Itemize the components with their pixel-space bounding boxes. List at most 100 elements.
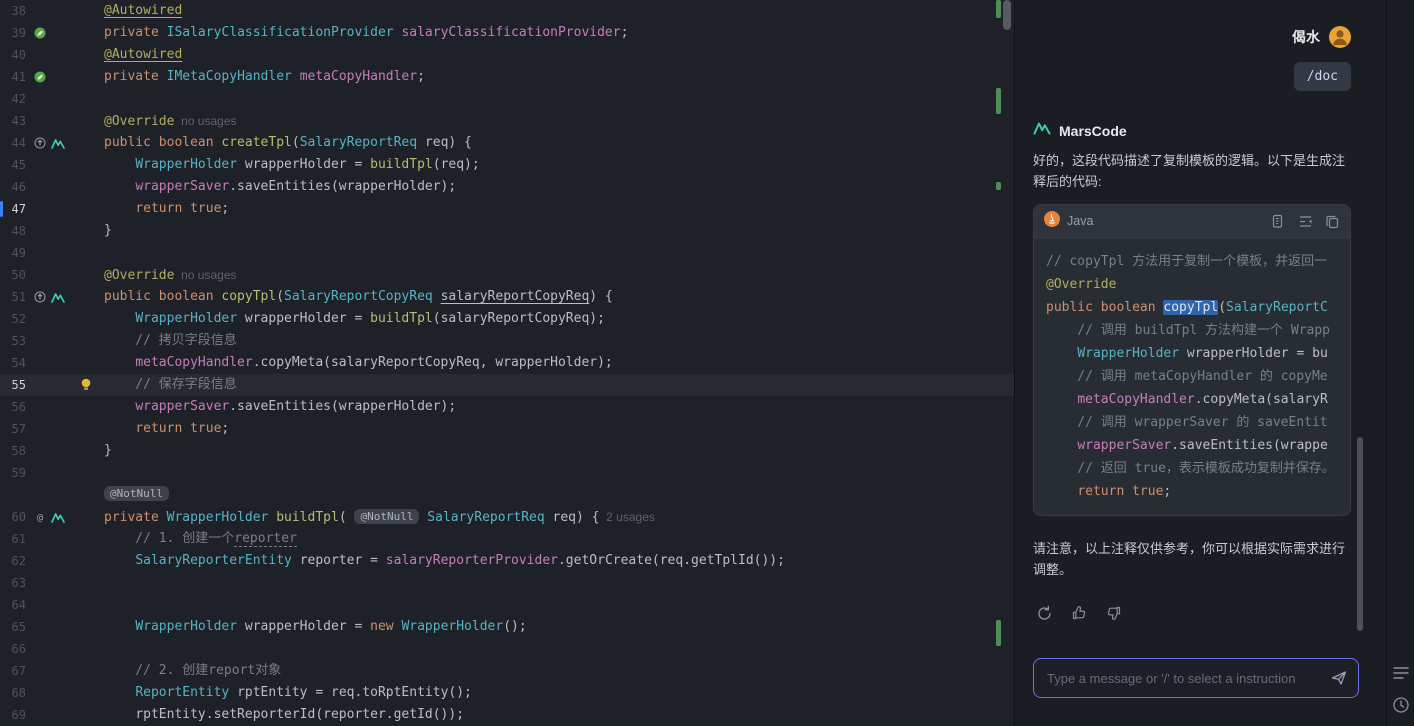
spring-bean-icon[interactable] (34, 27, 46, 39)
line-number[interactable]: 69 (0, 704, 26, 726)
line-number[interactable]: 49 (0, 242, 26, 264)
editor-line[interactable]: 63 (0, 572, 1014, 594)
editor-line[interactable]: 68 ReportEntity rptEntity = req.toRptEnt… (0, 682, 1014, 704)
line-number[interactable]: 68 (0, 682, 26, 704)
line-number[interactable]: 66 (0, 638, 26, 660)
editor-line[interactable]: 66 (0, 638, 1014, 660)
editor-line[interactable]: 53 // 拷贝字段信息 (0, 330, 1014, 352)
editor-line[interactable]: 45 WrapperHolder wrapperHolder = buildTp… (0, 154, 1014, 176)
line-number[interactable]: 51 (0, 286, 26, 308)
editor-line[interactable]: 69 rptEntity.setReporterId(reporter.getI… (0, 704, 1014, 726)
line-number[interactable]: 44 (0, 132, 26, 154)
line-number[interactable]: 55 (0, 374, 26, 396)
editor-line[interactable]: 61 // 1. 创建一个reporter (0, 528, 1014, 550)
code-block-body: // copyTpl 方法用于复制一个模板，并返回一@Overridepubli… (1034, 238, 1350, 515)
menu-icon[interactable] (1393, 666, 1409, 680)
line-number[interactable]: 57 (0, 418, 26, 440)
panel-scrollbar[interactable] (1357, 437, 1363, 631)
line-number[interactable]: 52 (0, 308, 26, 330)
file-copy-icon[interactable] (1271, 214, 1286, 229)
insert-code-icon[interactable] (1298, 214, 1313, 229)
line-number[interactable]: 58 (0, 440, 26, 462)
line-number[interactable]: 64 (0, 594, 26, 616)
thumbs-down-icon[interactable] (1103, 602, 1125, 624)
launcher-icon[interactable] (1392, 696, 1410, 714)
assistant-code-line: // 调用 wrapperSaver 的 saveEntit (1046, 411, 1338, 434)
editor-scrollbar[interactable] (1003, 0, 1011, 30)
regenerate-icon[interactable] (1033, 602, 1055, 624)
marscode-logo-icon (1033, 121, 1051, 140)
editor-line[interactable]: 56 wrapperSaver.saveEntities(wrapperHold… (0, 396, 1014, 418)
code-text: metaCopyHandler.copyMeta(salaryReportCop… (104, 352, 1014, 374)
line-number[interactable]: 63 (0, 572, 26, 594)
chat-input[interactable] (1033, 658, 1359, 698)
spring-bean-icon[interactable] (34, 71, 46, 83)
line-number[interactable]: 56 (0, 396, 26, 418)
marscode-gutter-icon[interactable] (51, 512, 65, 523)
editor-line[interactable]: 41private IMetaCopyHandler metaCopyHandl… (0, 66, 1014, 88)
line-number[interactable]: 42 (0, 88, 26, 110)
line-number[interactable]: 50 (0, 264, 26, 286)
editor-line[interactable]: 46 wrapperSaver.saveEntities(wrapperHold… (0, 176, 1014, 198)
line-number[interactable] (0, 484, 26, 506)
editor-line[interactable]: 49 (0, 242, 1014, 264)
editor-line[interactable]: 40@Autowired (0, 44, 1014, 66)
send-icon[interactable] (1330, 669, 1348, 687)
editor-line[interactable]: 44public boolean createTpl(SalaryReportR… (0, 132, 1014, 154)
assistant-code-line: public boolean copyTpl(SalaryReportC (1046, 296, 1338, 319)
line-number[interactable]: 46 (0, 176, 26, 198)
line-number[interactable]: 54 (0, 352, 26, 374)
line-number[interactable]: 59 (0, 462, 26, 484)
editor-line[interactable]: 51public boolean copyTpl(SalaryReportCop… (0, 286, 1014, 308)
line-number[interactable]: 61 (0, 528, 26, 550)
code-text: @Override no usages (104, 264, 1014, 286)
line-number[interactable]: 38 (0, 0, 26, 22)
editor-line[interactable]: 64 (0, 594, 1014, 616)
line-number[interactable]: 39 (0, 22, 26, 44)
editor-line[interactable]: 43@Override no usages (0, 110, 1014, 132)
editor-line[interactable]: 57 return true; (0, 418, 1014, 440)
gutter-icons (26, 374, 104, 396)
thumbs-up-icon[interactable] (1068, 602, 1090, 624)
editor-line[interactable]: 59 (0, 462, 1014, 484)
line-number[interactable]: 65 (0, 616, 26, 638)
editor-line[interactable]: 62 SalaryReporterEntity reporter = salar… (0, 550, 1014, 572)
code-editor[interactable]: 38@Autowired39private ISalaryClassificat… (0, 0, 1014, 726)
editor-line[interactable]: 47 return true; (0, 198, 1014, 220)
editor-line[interactable]: 65 WrapperHolder wrapperHolder = new Wra… (0, 616, 1014, 638)
assistant-name: MarsCode (1059, 123, 1127, 139)
marscode-gutter-icon[interactable] (51, 292, 65, 303)
editor-line[interactable]: 54 metaCopyHandler.copyMeta(salaryReport… (0, 352, 1014, 374)
editor-line[interactable]: 38@Autowired (0, 0, 1014, 22)
marscode-gutter-icon[interactable] (51, 138, 65, 149)
line-number[interactable]: 67 (0, 660, 26, 682)
editor-line[interactable]: 60@private WrapperHolder buildTpl( @NotN… (0, 506, 1014, 528)
editor-line[interactable]: 39private ISalaryClassificationProvider … (0, 22, 1014, 44)
editor-line[interactable]: 55 // 保存字段信息 (0, 374, 1014, 396)
editor-line[interactable]: 50 @Override no usages (0, 264, 1014, 286)
copy-icon[interactable] (1325, 214, 1340, 229)
assistant-code-line: // copyTpl 方法用于复制一个模板，并返回一 (1046, 250, 1338, 273)
line-number[interactable]: 53 (0, 330, 26, 352)
line-number[interactable]: 41 (0, 66, 26, 88)
line-number[interactable]: 48 (0, 220, 26, 242)
line-number[interactable]: 62 (0, 550, 26, 572)
annotation-icon[interactable]: @ (34, 511, 46, 523)
editor-line[interactable]: @NotNull (0, 484, 1014, 506)
code-text: wrapperSaver.saveEntities(wrapperHolder)… (104, 176, 1014, 198)
editor-line[interactable]: 67 // 2. 创建report对象 (0, 660, 1014, 682)
line-number[interactable]: 60 (0, 506, 26, 528)
chat-input-container (1033, 658, 1359, 698)
line-number[interactable]: 47 (0, 198, 26, 220)
intention-bulb-icon[interactable] (80, 378, 92, 392)
gutter-icons (26, 308, 104, 330)
editor-line[interactable]: 58} (0, 440, 1014, 462)
override-marker-icon[interactable] (34, 137, 46, 149)
line-number[interactable]: 43 (0, 110, 26, 132)
editor-line[interactable]: 42 (0, 88, 1014, 110)
editor-line[interactable]: 48} (0, 220, 1014, 242)
line-number[interactable]: 45 (0, 154, 26, 176)
override-marker-icon[interactable] (34, 291, 46, 303)
editor-line[interactable]: 52 WrapperHolder wrapperHolder = buildTp… (0, 308, 1014, 330)
line-number[interactable]: 40 (0, 44, 26, 66)
